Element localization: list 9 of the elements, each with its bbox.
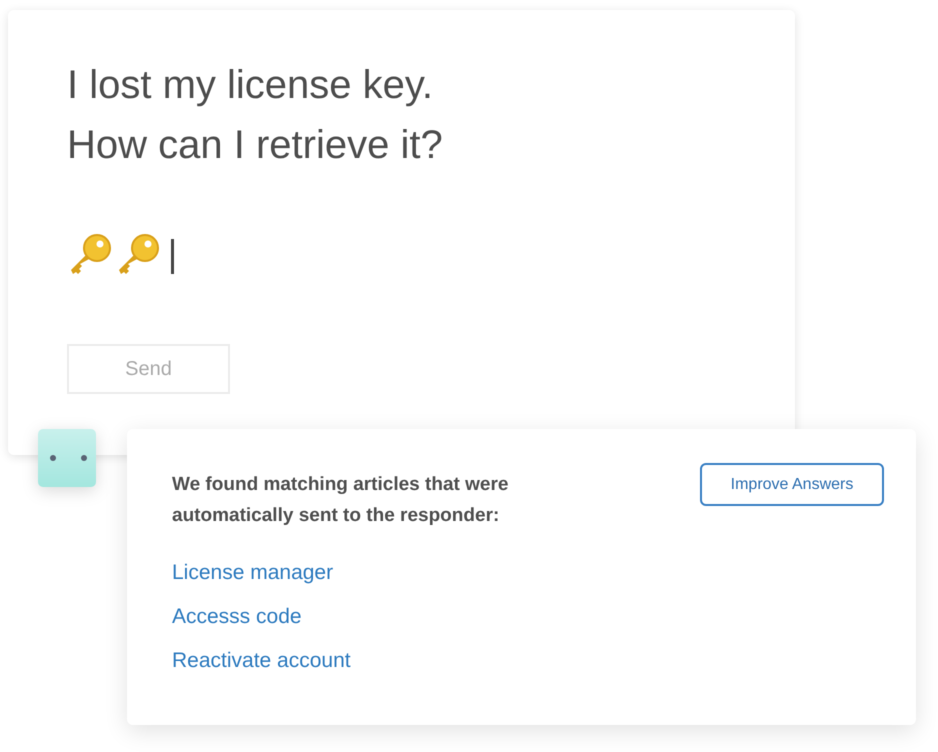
bot-face-icon (38, 429, 96, 487)
improve-answers-button[interactable]: Improve Answers (700, 463, 884, 506)
text-cursor-icon (171, 238, 174, 274)
article-link[interactable]: Reactivate account (172, 639, 351, 683)
article-link[interactable]: Accesss code (172, 595, 302, 639)
matching-articles-message: We found matching articles that were automatically sent to the responder: (172, 473, 510, 528)
message-text: How can I retrieve it? (67, 122, 443, 169)
message-text: I lost my license key. (67, 62, 434, 109)
article-link[interactable]: License manager (172, 551, 334, 595)
